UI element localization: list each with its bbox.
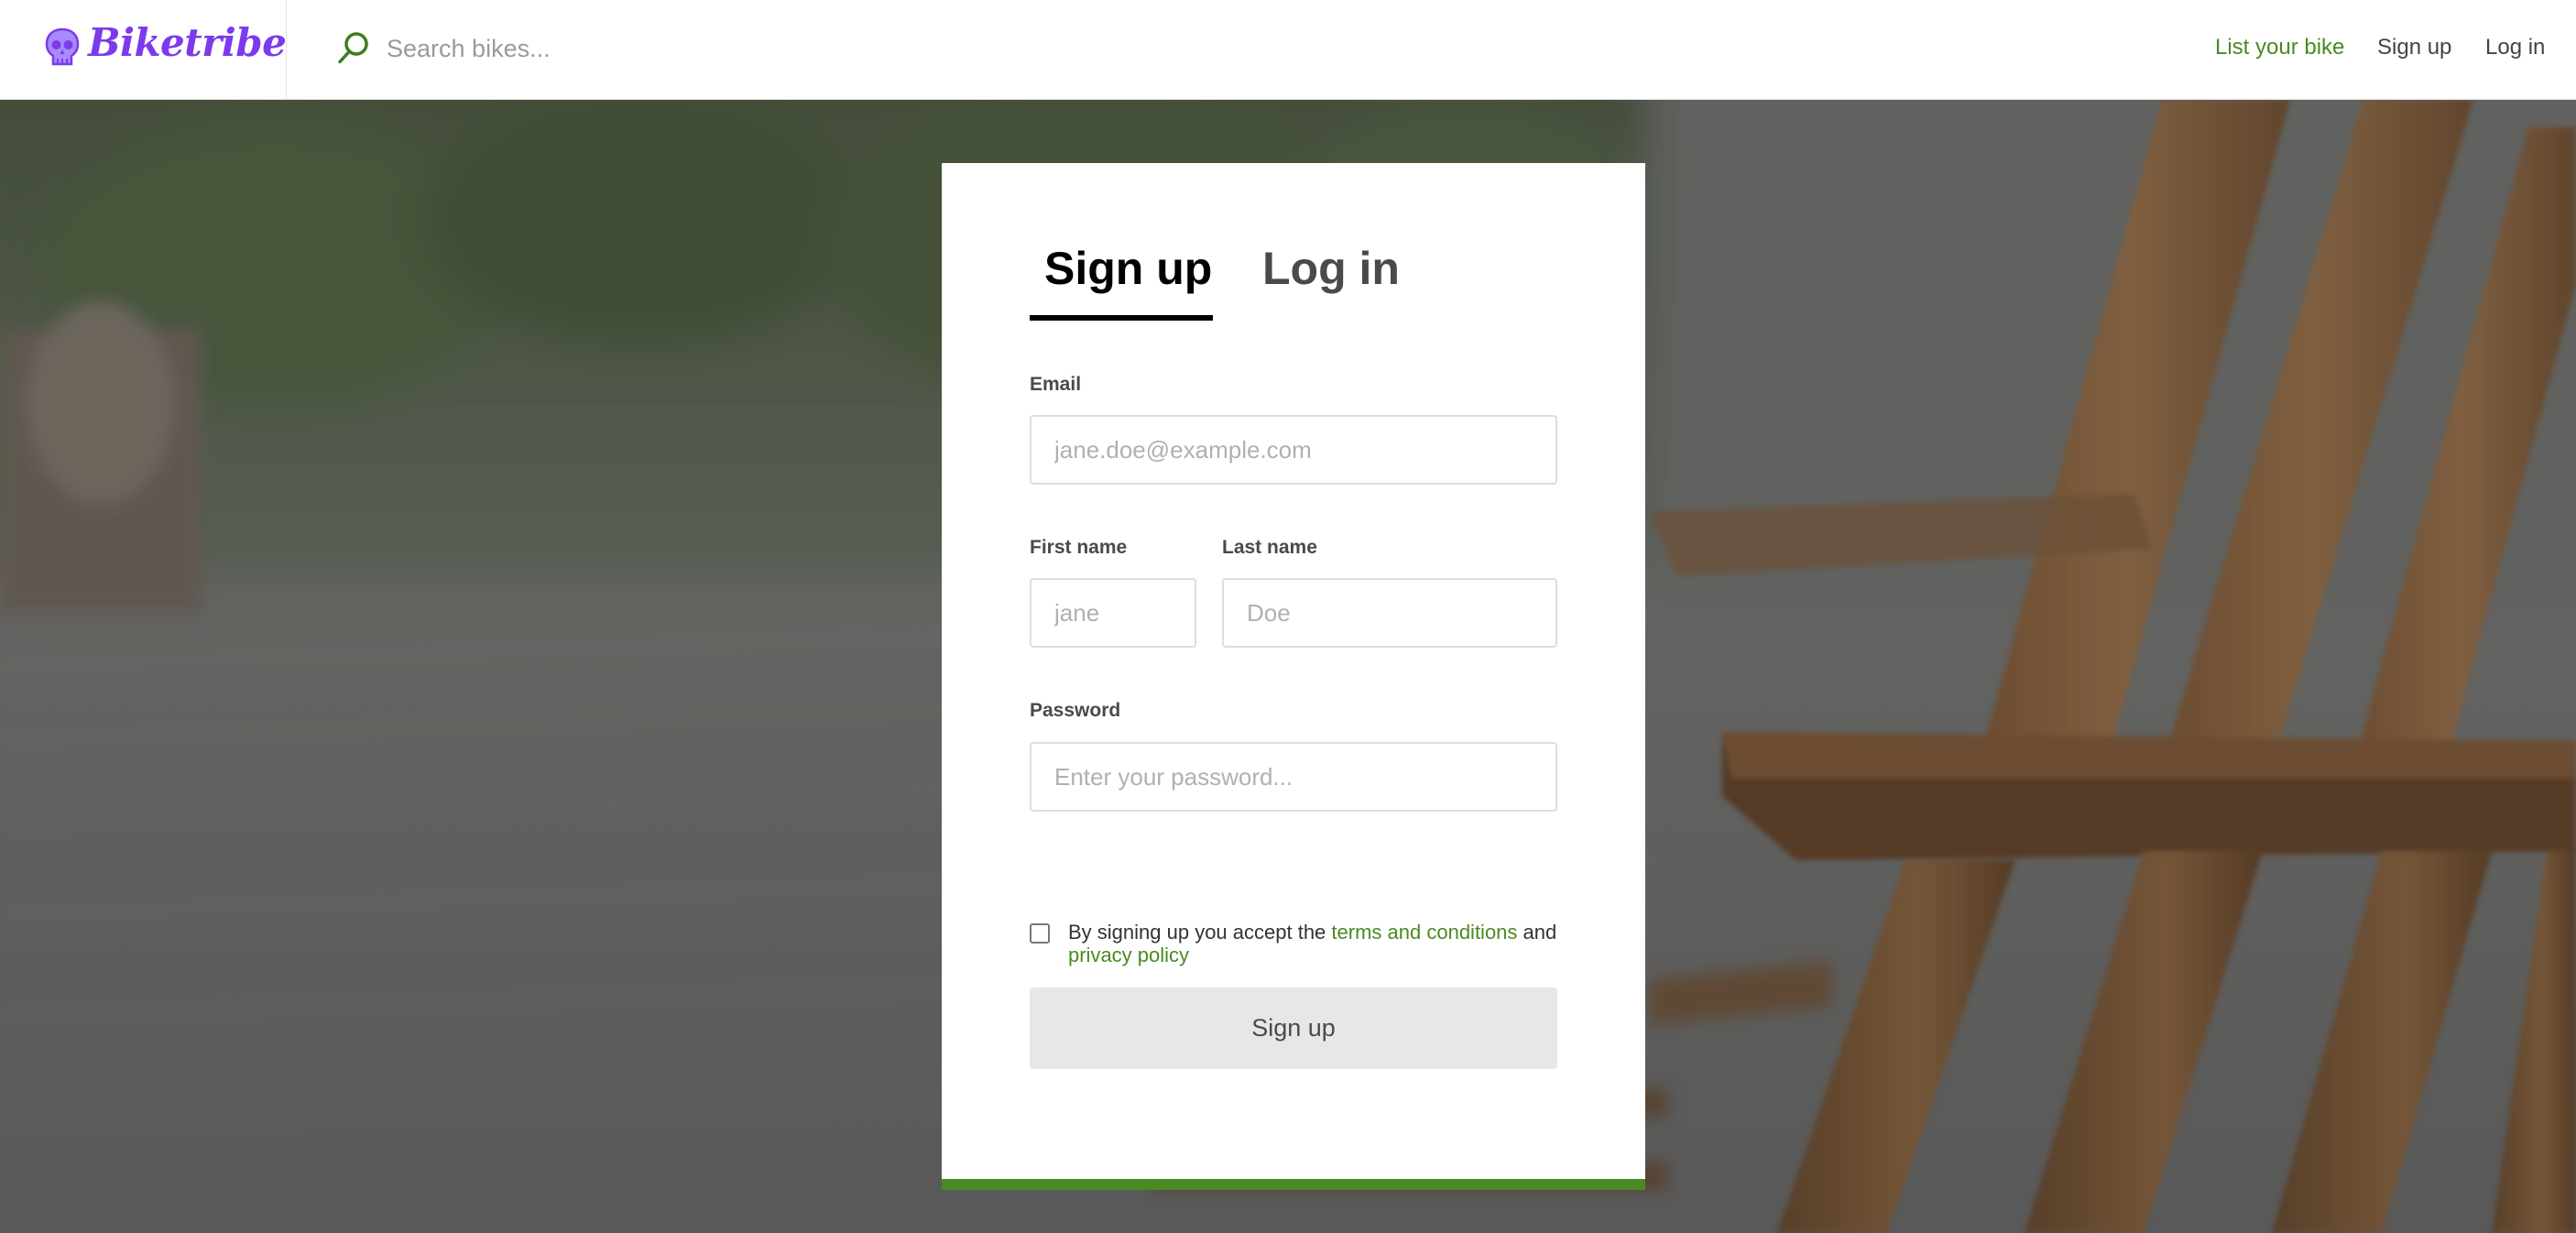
last-name-label: Last name	[1222, 537, 1317, 558]
tab-sign-up[interactable]: Sign up	[1044, 242, 1212, 295]
email-label: Email	[1030, 374, 1082, 395]
password-field[interactable]	[1030, 742, 1557, 812]
last-name-field[interactable]	[1222, 578, 1557, 648]
search-icon	[338, 32, 368, 64]
terms-text: By signing up you accept the terms and c…	[1068, 921, 1599, 966]
tab-log-in[interactable]: Log in	[1262, 242, 1400, 295]
auth-card: Sign up Log in Email First name Last nam…	[942, 163, 1645, 1190]
logo-area[interactable]: Biketribe	[0, 0, 287, 100]
active-tab-indicator	[1030, 315, 1213, 321]
terms-and-conditions-link[interactable]: terms and conditions	[1331, 921, 1517, 944]
sign-up-button[interactable]: Sign up	[1030, 987, 1557, 1069]
brand-name: Biketribe	[88, 20, 287, 65]
sign-up-link[interactable]: Sign up	[2377, 35, 2451, 60]
log-in-link[interactable]: Log in	[2485, 35, 2545, 60]
first-name-label: First name	[1030, 537, 1128, 558]
card-accent-bar	[942, 1179, 1645, 1190]
list-your-bike-link[interactable]: List your bike	[2215, 35, 2344, 60]
top-navigation-bar: Biketribe List your bike Sign up Log in	[0, 0, 2576, 100]
email-field[interactable]	[1030, 415, 1557, 485]
terms-middle: and	[1517, 921, 1557, 944]
privacy-policy-link[interactable]: privacy policy	[1068, 944, 1189, 966]
password-label: Password	[1030, 700, 1121, 721]
terms-prefix: By signing up you accept the	[1068, 921, 1332, 944]
search-input[interactable]	[385, 26, 1484, 71]
terms-checkbox[interactable]	[1030, 923, 1050, 944]
skull-logo-icon	[45, 27, 80, 66]
first-name-field[interactable]	[1030, 578, 1196, 648]
